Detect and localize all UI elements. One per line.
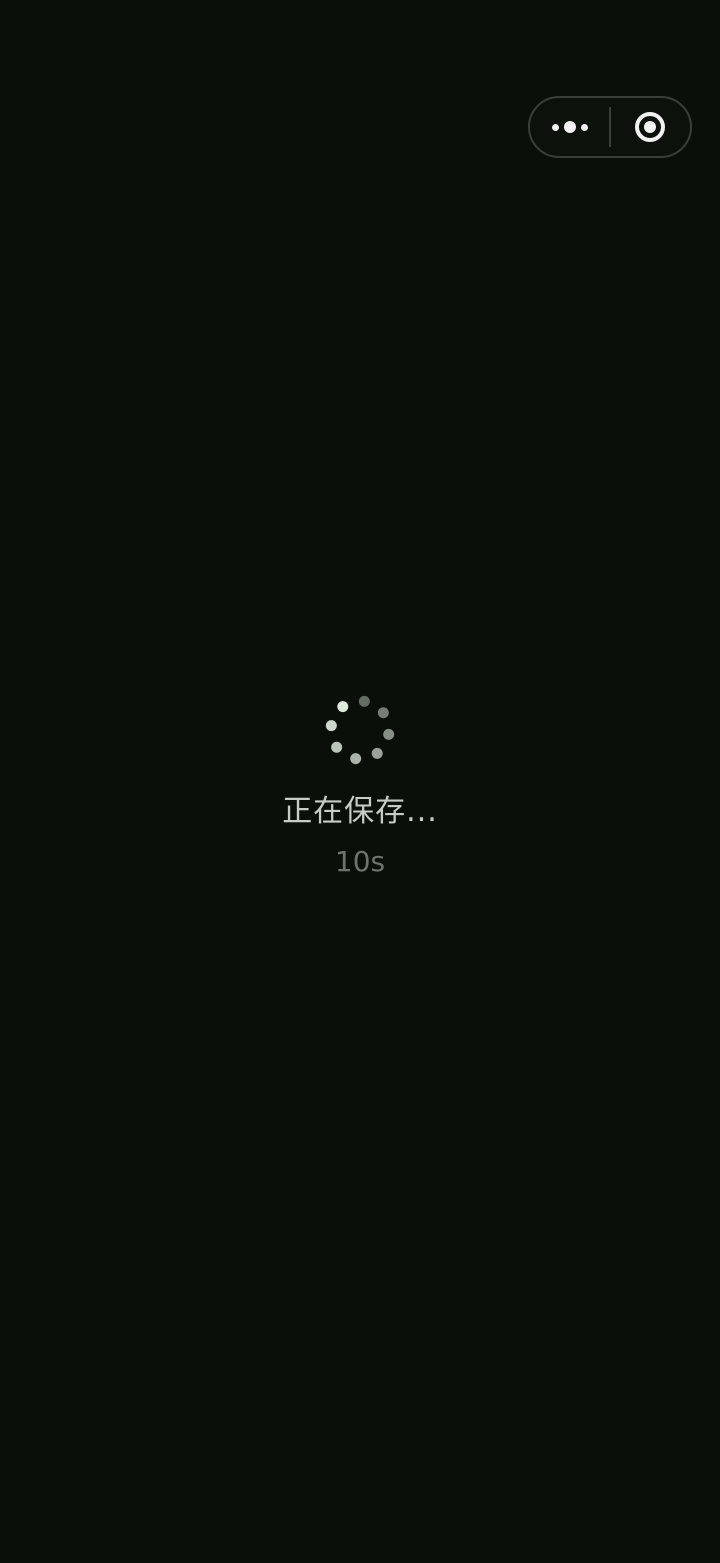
close-button[interactable] [611, 98, 690, 156]
loading-toast: 正在保存... 10s [0, 690, 720, 880]
loading-spinner-icon [325, 695, 395, 765]
spinner-dot [358, 695, 370, 707]
loading-timer: 10s [334, 845, 386, 878]
spinner-dot [337, 701, 349, 713]
spinner-dot [371, 747, 383, 759]
spinner-dot [383, 728, 395, 740]
spinner-dot [331, 741, 343, 753]
close-circle-icon [635, 112, 666, 142]
more-button[interactable] [530, 98, 609, 156]
more-dots-icon [551, 121, 588, 133]
spinner-dot [377, 707, 389, 719]
mini-program-capsule [528, 96, 692, 158]
spinner-dot [325, 720, 337, 732]
loading-text: 正在保存... [282, 794, 438, 829]
spinner-dot [350, 753, 362, 765]
